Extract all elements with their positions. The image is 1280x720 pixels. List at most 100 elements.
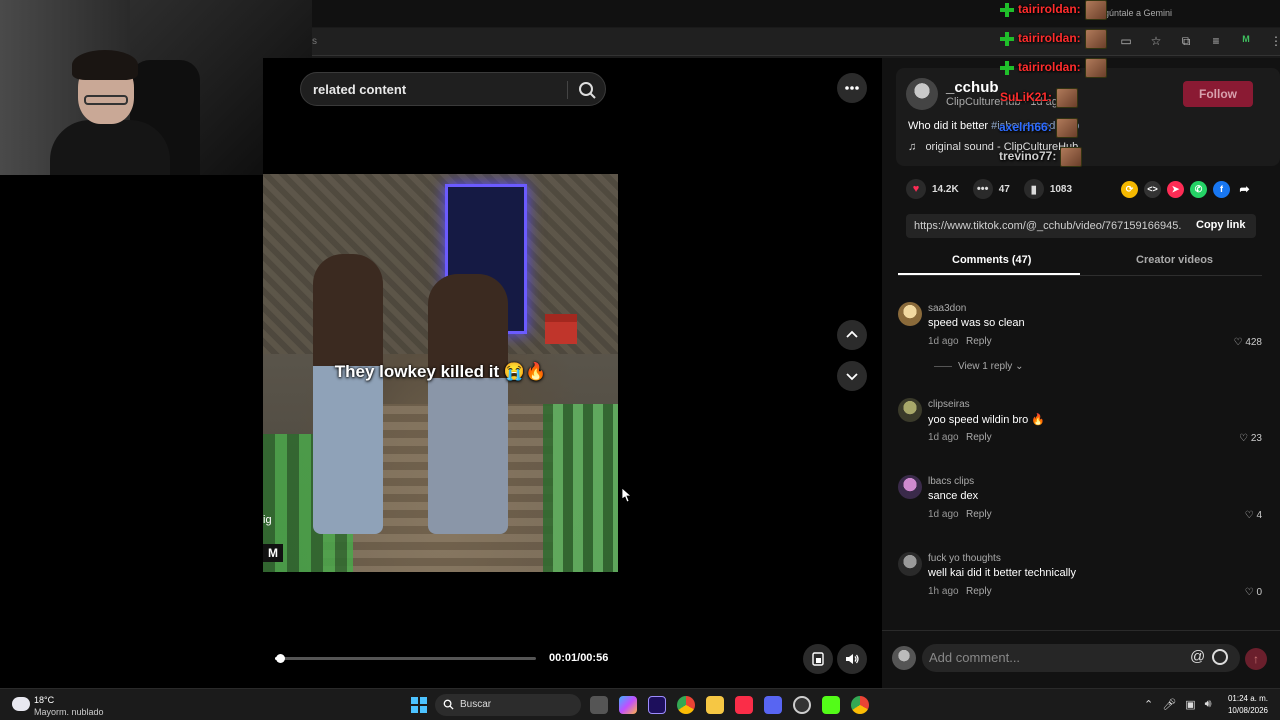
chat-username: SuLiK21: [1000,90,1053,105]
search-bar[interactable]: related content [300,72,606,106]
kick-icon[interactable] [822,696,840,714]
video-link-url[interactable]: https://www.tiktok.com/@_cchub/video/767… [914,220,1182,232]
mention-icon[interactable]: @ [1190,648,1205,665]
comment-like-button[interactable]: ♡ 428 [1234,337,1262,348]
share-arrow-icon[interactable]: ➦ [1236,181,1253,198]
panel-tabs: Comments (47) Creator videos [898,248,1262,276]
comment-username[interactable]: fuck yo thoughts [928,553,1001,564]
profile-icon[interactable]: M [1238,34,1254,49]
network-icon[interactable]: ▣ [1185,698,1195,711]
add-comment-placeholder[interactable]: Add comment... [929,650,1020,665]
more-options-button[interactable] [837,73,867,103]
comment-username[interactable]: saa3don [928,303,966,314]
comment-like-button[interactable]: ♡ 0 [1245,587,1262,598]
task-view-icon[interactable] [590,696,608,714]
comment-avatar[interactable] [898,302,922,326]
previous-video-button[interactable] [837,320,867,350]
post-comment-button[interactable]: ↑ [1245,648,1267,670]
star-icon[interactable]: ☆ [1148,34,1164,49]
video-frame[interactable]: They lowkey killed it 😭🔥 ig M [263,174,618,572]
chrome-profile-icon[interactable] [851,696,869,714]
search-icon[interactable] [577,80,597,100]
like-count: 14.2K [932,183,959,195]
comment-username[interactable]: clipseiras [928,399,970,410]
obs-icon[interactable] [793,696,811,714]
volume-button[interactable] [837,644,867,674]
comment-avatar[interactable] [898,552,922,576]
playlist-icon[interactable]: ≡ [1208,34,1224,49]
like-stat[interactable]: ♥ 14.2K [906,179,959,199]
microphone-icon[interactable]: 🎤︎ [1162,698,1176,711]
chat-message: tairiroldan: [1000,29,1107,49]
comment-avatar[interactable] [898,398,922,422]
music-app-icon[interactable] [735,696,753,714]
embed-icon[interactable]: <> [1144,181,1161,198]
comment-count: 47 [998,183,1010,195]
comment-stat[interactable]: ••• 47 [972,179,1010,199]
tab-creator-videos[interactable]: Creator videos [1136,254,1213,266]
send-to-friends-icon[interactable]: ➤ [1167,181,1184,198]
view-replies-label: View 1 reply [958,361,1013,372]
creator-avatar[interactable] [906,78,938,110]
view-replies-button[interactable]: View 1 reply ⌄ [934,361,1023,372]
creator-username[interactable]: _cchub [946,79,999,96]
webcam-person-glasses [84,95,128,105]
video-time: 00:01/00:56 [549,652,609,664]
heart-icon: ♥ [906,179,926,199]
save-stat[interactable]: ▮ 1083 [1023,179,1072,199]
comment-reply-button[interactable]: Reply [966,586,992,597]
progress-bar[interactable] [275,654,536,663]
weather-temperature: 18°C [34,695,55,705]
chat-username: tairiroldan: [1018,31,1081,46]
progress-knob[interactable] [275,654,285,663]
video-person-1 [313,254,383,534]
next-video-button[interactable] [837,361,867,391]
floating-player-button[interactable] [803,644,833,674]
menu-icon[interactable]: ⋮ [1268,34,1280,49]
comment-text: speed was so clean [928,317,1025,329]
emoji-icon[interactable] [1212,649,1228,665]
whatsapp-icon[interactable]: ✆ [1190,181,1207,198]
chat-emote-icon [1056,88,1079,108]
arrow-up-icon: ↑ [1253,652,1259,666]
copilot-icon[interactable] [619,696,637,714]
chevron-up-icon[interactable]: ⌃ [1144,698,1153,711]
comment-username[interactable]: lbacs clips [928,476,974,487]
comment-text: sance dex [928,490,979,502]
cloud-icon [12,697,30,711]
comment-item: lbacs clips sance dex 1d ago Reply ♡ 4 [898,473,1270,543]
windows-start-icon[interactable] [411,697,427,713]
comment-like-button[interactable]: ♡ 23 [1239,433,1262,444]
comment-item: saa3don speed was so clean 1d ago Reply … [898,300,1270,370]
install-icon[interactable]: ▭ [1118,34,1134,49]
repost-icon[interactable]: ⟳ [1121,181,1138,198]
discord-icon[interactable] [764,696,782,714]
search-input[interactable]: related content [313,82,406,97]
system-clock[interactable]: 01:24 a. m. 10/08/2026 [1224,693,1268,717]
weather-condition: Mayorm. nublado [34,707,104,717]
tab-comments[interactable]: Comments (47) [952,254,1031,266]
video-caption: They lowkey killed it 😭🔥 [334,362,547,381]
premiere-icon[interactable] [648,696,666,714]
comment-text: yoo speed wildin bro 🔥 [928,414,1046,426]
search-divider [567,81,568,99]
comment-reply-button[interactable]: Reply [966,509,992,520]
copy-link-button[interactable]: Copy link [1196,219,1246,231]
file-explorer-icon[interactable] [706,696,724,714]
comment-reply-button[interactable]: Reply [966,432,992,443]
comment-like-count: 23 [1250,433,1262,444]
plus-badge-icon [1000,61,1014,75]
add-comment-field[interactable]: Add comment... @ [922,644,1240,672]
copy-link-bar: https://www.tiktok.com/@_cchub/video/767… [906,214,1256,238]
clock-date: 10/08/2026 [1227,706,1268,715]
taskbar-search[interactable]: Buscar [435,694,581,716]
extensions-icon[interactable]: ⧉ [1178,34,1194,49]
follow-button[interactable]: Follow [1183,81,1253,107]
comment-like-button[interactable]: ♡ 4 [1245,510,1262,521]
chrome-icon[interactable] [677,696,695,714]
facebook-icon[interactable]: f [1213,181,1230,198]
volume-icon[interactable]: 🔊︎ [1205,698,1212,711]
comment-avatar[interactable] [898,475,922,499]
chat-username: trevino77: [999,149,1057,164]
comment-reply-button[interactable]: Reply [966,336,992,347]
